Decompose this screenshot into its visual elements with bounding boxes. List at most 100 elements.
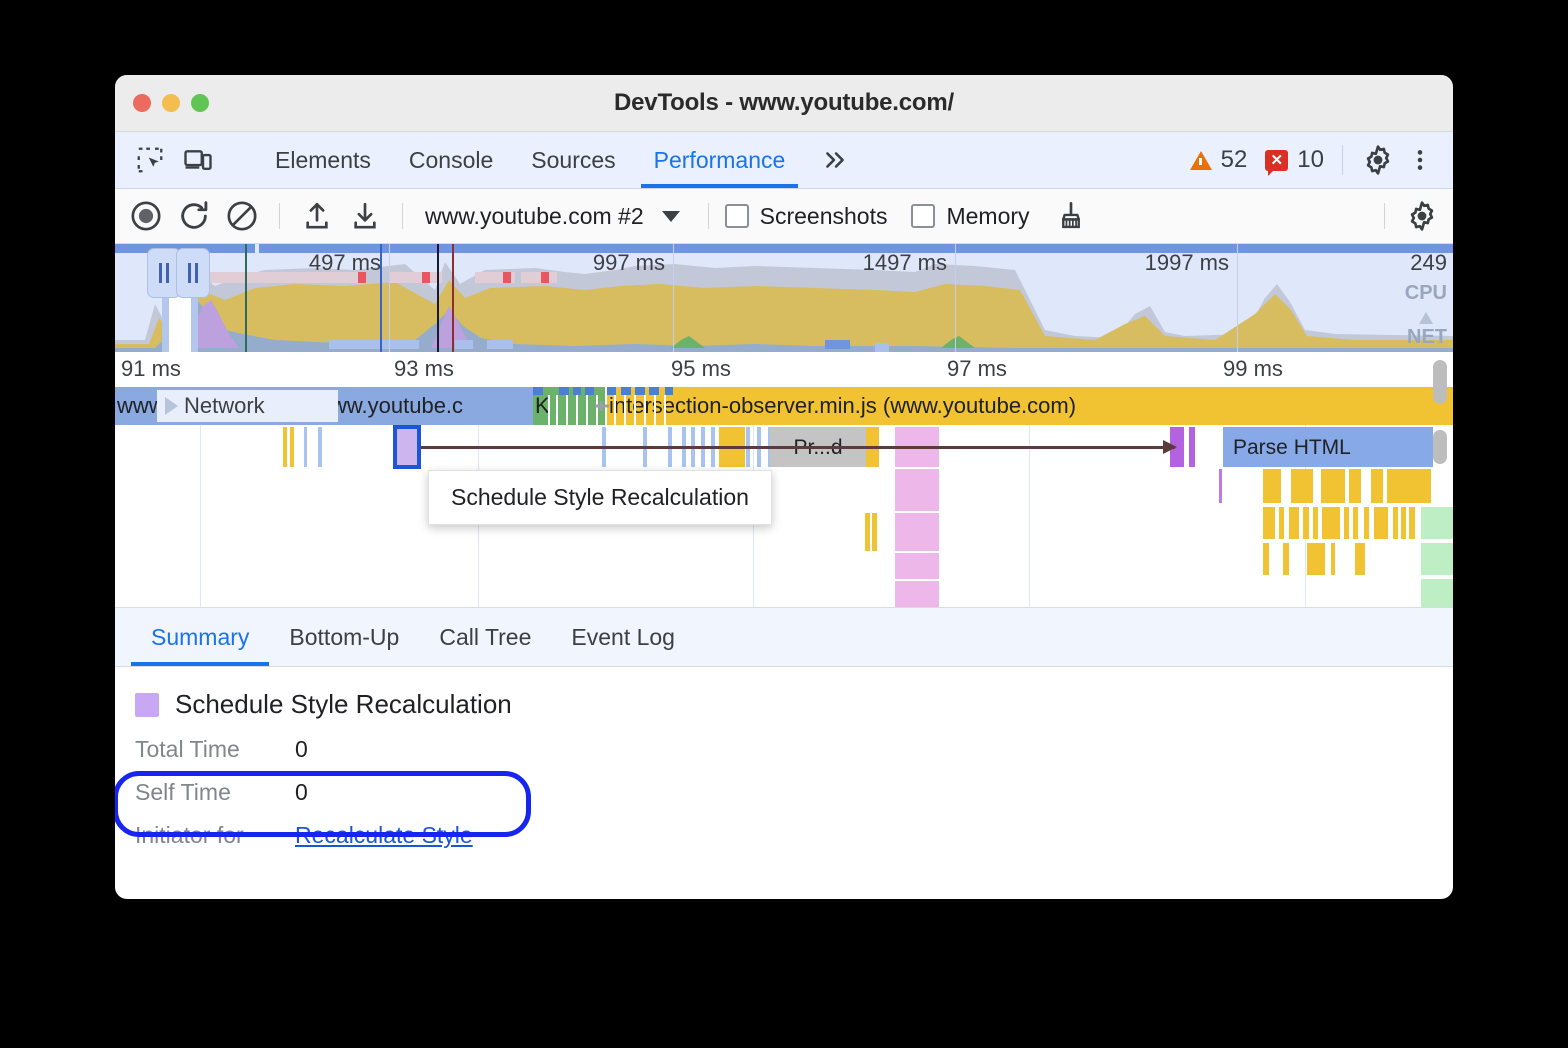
window-title-bar: DevTools - www.youtube.com/ xyxy=(115,75,1453,132)
errors-count: 10 xyxy=(1297,146,1324,174)
clear-button[interactable] xyxy=(221,195,263,237)
toolbar-divider-6 xyxy=(1384,203,1385,229)
overview-window-left-stem xyxy=(162,294,169,352)
overview-long-task-marker xyxy=(422,272,430,283)
self-time-value: 0 xyxy=(295,779,308,806)
more-tabs-icon[interactable] xyxy=(804,132,866,188)
flame-chart-row-0[interactable]: Pr...d Parse HTML xyxy=(115,425,1453,469)
kebab-menu-icon[interactable] xyxy=(1403,143,1437,177)
tab-call-tree[interactable]: Call Tree xyxy=(419,608,551,666)
toolbar-divider-4 xyxy=(402,203,403,229)
ruler-tick-label: 91 ms xyxy=(121,356,181,382)
warnings-count: 52 xyxy=(1221,146,1248,174)
memory-checkbox[interactable]: Memory xyxy=(911,203,1029,230)
overview-tick-label: 249 xyxy=(1410,250,1453,276)
total-time-value: 0 xyxy=(295,736,308,763)
self-time-label: Self Time xyxy=(135,779,295,806)
flame-event-parse-html[interactable]: Parse HTML xyxy=(1223,427,1433,467)
overview-marker-green xyxy=(245,244,247,352)
overview-long-task-band xyxy=(521,272,557,283)
collect-garbage-broom-icon[interactable] xyxy=(1050,195,1092,237)
tab-console[interactable]: Console xyxy=(390,132,512,188)
ruler-tick-label: 95 ms xyxy=(671,356,731,382)
overview-net-arrow-icon xyxy=(1419,312,1433,324)
event-color-swatch xyxy=(135,693,159,717)
overview-gridline xyxy=(389,244,390,352)
timeline-overview[interactable]: 497 ms 997 ms 1497 ms 1997 ms 249 CPU NE… xyxy=(115,244,1453,352)
overview-window-right-handle[interactable] xyxy=(176,248,210,298)
summary-row-total-time: Total Time 0 xyxy=(135,736,1453,763)
memory-label: Memory xyxy=(946,203,1029,230)
reload-and-record-button[interactable] xyxy=(173,195,215,237)
tab-strip-left-icons xyxy=(115,132,256,188)
ruler-tick-label: 93 ms xyxy=(394,356,454,382)
performance-record-toolbar: www.youtube.com #2 Screenshots Memory xyxy=(115,189,1453,244)
overview-tick-label: 1997 ms xyxy=(1145,250,1235,276)
flame-lower-rows-events xyxy=(115,469,1453,607)
overview-gridline xyxy=(1237,244,1238,352)
event-tooltip: Schedule Style Recalculation xyxy=(428,470,772,525)
recording-select-value: www.youtube.com #2 xyxy=(425,203,644,230)
tab-bottom-up[interactable]: Bottom-Up xyxy=(269,608,419,666)
overview-window-right-stem xyxy=(191,294,198,352)
toolbar-divider-2 xyxy=(1342,145,1343,175)
initiator-for-link[interactable]: Recalculate Style xyxy=(295,822,473,849)
overview-network-band xyxy=(875,343,889,352)
tab-sources[interactable]: Sources xyxy=(512,132,634,188)
tab-elements[interactable]: Elements xyxy=(256,132,390,188)
window-title: DevTools - www.youtube.com/ xyxy=(115,89,1453,117)
tab-performance-label: Performance xyxy=(654,147,786,174)
overview-network-band xyxy=(487,340,513,349)
overview-gridline xyxy=(673,244,674,352)
tab-event-log-label: Event Log xyxy=(571,624,675,651)
overview-gridline xyxy=(955,244,956,352)
flame-chart-rows-lower[interactable] xyxy=(115,469,1453,607)
screenshots-checkbox-box xyxy=(725,204,749,228)
capture-settings-gear-icon[interactable] xyxy=(1401,195,1443,237)
overview-tick-label: 997 ms xyxy=(593,250,671,276)
warnings-counter[interactable]: 52 xyxy=(1190,146,1248,174)
error-badge-glyph: ✕ xyxy=(1271,151,1284,169)
tab-call-tree-label: Call Tree xyxy=(439,624,531,651)
overview-tick-label: 1497 ms xyxy=(863,250,953,276)
tab-event-log[interactable]: Event Log xyxy=(551,608,695,666)
summary-row-initiator-for: Initiator for Recalculate Style xyxy=(135,822,1453,849)
initiator-arrow xyxy=(415,446,1175,449)
settings-gear-icon[interactable] xyxy=(1361,143,1395,177)
summary-row-self-time: Self Time 0 xyxy=(135,779,1453,806)
flame-chart-scrollbar-thumb-top[interactable] xyxy=(1433,360,1447,404)
upload-profile-button[interactable] xyxy=(296,195,338,237)
tab-console-label: Console xyxy=(409,147,493,174)
tab-summary[interactable]: Summary xyxy=(131,608,269,666)
flame-chart-scrollbar-thumb[interactable] xyxy=(1433,430,1447,464)
tab-bottom-up-label: Bottom-Up xyxy=(289,624,399,651)
overview-long-task-marker xyxy=(503,272,511,283)
overview-net-label: NET xyxy=(1407,326,1447,349)
selected-event-schedule-style-recalculation[interactable] xyxy=(393,425,421,469)
tab-elements-label: Elements xyxy=(275,147,371,174)
details-tab-bar: Summary Bottom-Up Call Tree Event Log xyxy=(115,608,1453,667)
flame-chart[interactable]: 91 ms 93 ms 95 ms 97 ms 99 ms www.youtub… xyxy=(115,352,1453,608)
tab-strip-right-icons: 52 ✕ 10 xyxy=(1190,132,1453,188)
overview-network-band xyxy=(455,340,473,349)
tab-sources-label: Sources xyxy=(531,147,615,174)
devtools-tab-strip: Elements Console Sources Performance 52 xyxy=(115,132,1453,189)
panel-tabs: Elements Console Sources Performance xyxy=(256,132,804,188)
flame-chart-ruler: 91 ms 93 ms 95 ms 97 ms 99 ms xyxy=(115,352,1453,387)
record-button[interactable] xyxy=(125,195,167,237)
download-profile-button[interactable] xyxy=(344,195,386,237)
device-toolbar-icon[interactable] xyxy=(181,143,215,177)
overview-cpu-label: CPU xyxy=(1405,282,1447,305)
tab-performance[interactable]: Performance xyxy=(635,132,805,188)
network-track-header[interactable]: Network xyxy=(157,390,338,422)
screenshots-checkbox[interactable]: Screenshots xyxy=(725,203,888,230)
errors-counter[interactable]: ✕ 10 xyxy=(1265,146,1324,174)
inspect-element-icon[interactable] xyxy=(133,143,167,177)
overview-long-task-marker xyxy=(541,272,549,283)
network-track-label: Network xyxy=(184,393,265,419)
error-icon: ✕ xyxy=(1265,150,1288,171)
overview-network-band xyxy=(825,340,850,349)
recording-select[interactable]: www.youtube.com #2 xyxy=(419,203,680,230)
overview-network-band xyxy=(329,340,419,349)
ruler-tick-label: 97 ms xyxy=(947,356,1007,382)
